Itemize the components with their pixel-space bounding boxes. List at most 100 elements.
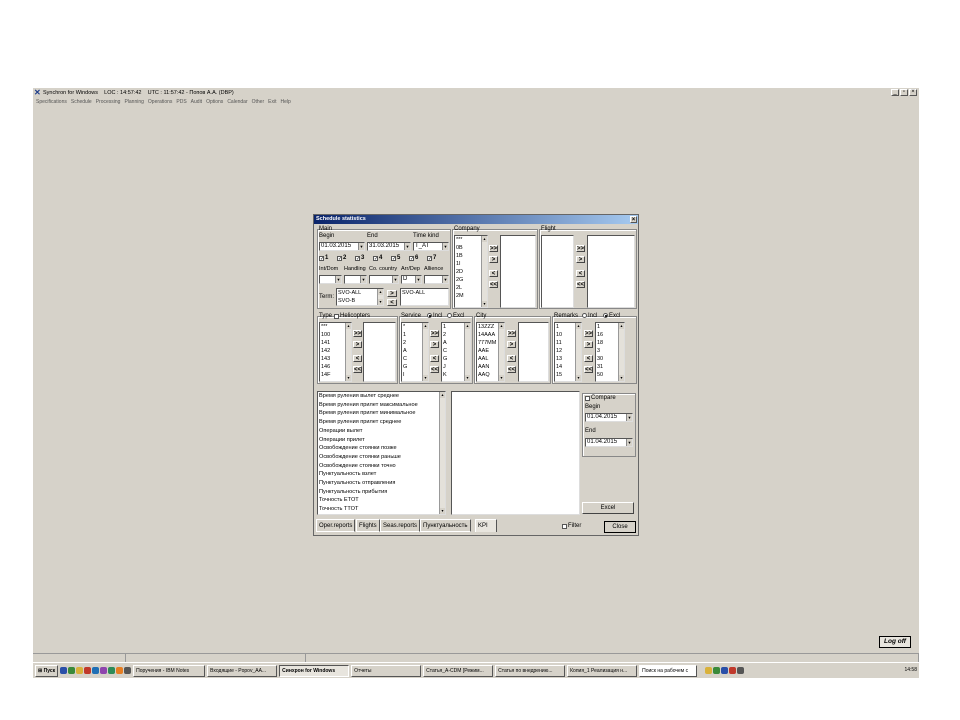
remarks-selected-list[interactable]: 1 16 18 3 30 31 50	[595, 322, 625, 382]
day-6-checkbox[interactable]: ✓ 6	[409, 255, 418, 261]
helicopters-checkbox[interactable]: Helicopters	[334, 313, 370, 319]
taskbar-item[interactable]: Поручения - IBM Notes	[133, 664, 206, 677]
flight-add-button[interactable]: >	[576, 256, 585, 263]
tray-icon[interactable]	[705, 667, 713, 674]
service-add-all-button[interactable]: >>	[430, 330, 439, 337]
tray-icon[interactable]	[721, 667, 729, 674]
day-3-checkbox[interactable]: ✓ 3	[355, 255, 364, 261]
flight-add-all-button[interactable]: >>	[576, 245, 585, 252]
compare-begin-select[interactable]: 01.04.2015 ▼	[585, 413, 633, 422]
service-remove-all-button[interactable]: <<	[430, 366, 439, 373]
remarks-remove-all-button[interactable]: <<	[584, 366, 593, 373]
arrdep-select[interactable]: D ▼	[401, 275, 422, 284]
service-remove-button[interactable]: <	[430, 355, 439, 362]
taskbar-item[interactable]: Статья по внедрению...	[495, 664, 566, 677]
term-add-button[interactable]: >	[387, 290, 397, 297]
scrollbar[interactable]	[481, 236, 487, 307]
taskbar-item-active[interactable]: Синхрон for Windows	[279, 664, 350, 677]
list-item[interactable]: Пунктуальность взлет	[319, 470, 445, 479]
type-selected-list[interactable]	[363, 322, 396, 382]
filter-checkbox[interactable]: Filter	[562, 523, 581, 529]
list-item[interactable]: Пунктуальность прибытия	[319, 488, 445, 497]
menu-help[interactable]: Help	[280, 98, 290, 107]
menu-processing[interactable]: Processing	[96, 98, 121, 107]
company-list[interactable]: *** 0B 1B 1I 2D 2G 2L 2M	[454, 235, 488, 308]
tab-punctuality[interactable]: Пунктуальность	[420, 519, 471, 532]
menu-calendar[interactable]: Calendar	[227, 98, 247, 107]
list-item[interactable]: Операции вылет	[319, 427, 445, 436]
tray-icon[interactable]	[729, 667, 737, 674]
city-add-all-button[interactable]: >>	[507, 330, 516, 337]
day-5-checkbox[interactable]: ✓ 5	[391, 255, 400, 261]
list-item[interactable]: Пунктуальность отправления	[319, 479, 445, 488]
tab-kpi[interactable]: KPI	[475, 519, 497, 532]
menu-planning[interactable]: Planning	[124, 98, 143, 107]
close-button[interactable]: Close	[604, 521, 636, 533]
list-item[interactable]: Время руления прилет максимальное	[319, 401, 445, 410]
compare-end-select[interactable]: 01.04.2015 ▼	[585, 438, 633, 447]
co-country-select[interactable]: ▼	[369, 275, 399, 284]
list-item[interactable]: SVO-ALL	[402, 289, 448, 297]
day-1-checkbox[interactable]: ✓ 1	[319, 255, 328, 261]
company-add-button[interactable]: >	[489, 256, 498, 263]
day-4-checkbox[interactable]: ✓ 4	[373, 255, 382, 261]
scrollbar[interactable]	[422, 323, 428, 381]
city-list[interactable]: 13ZZZ 14AAA 777MM AAE AAL AAN AAQ	[476, 322, 505, 382]
quicklaunch-icon[interactable]	[116, 667, 124, 674]
quicklaunch-icon[interactable]	[100, 667, 108, 674]
company-remove-button[interactable]: <	[489, 270, 498, 277]
handling-select[interactable]: ▼	[344, 275, 367, 284]
remarks-remove-button[interactable]: <	[584, 355, 593, 362]
quicklaunch-icon[interactable]	[108, 667, 116, 674]
taskbar-item[interactable]: Копия_1 Реализация н...	[567, 664, 638, 677]
flight-selected-list[interactable]	[587, 235, 635, 308]
menu-specifications[interactable]: Specifications	[36, 98, 67, 107]
type-add-all-button[interactable]: >>	[353, 330, 362, 337]
list-item[interactable]: Освобождение стоянки точно	[319, 462, 445, 471]
service-add-button[interactable]: >	[430, 341, 439, 348]
day-7-checkbox[interactable]: ✓ 7	[427, 255, 436, 261]
quicklaunch-icon[interactable]	[76, 667, 84, 674]
company-remove-all-button[interactable]: <<	[489, 281, 498, 288]
service-selected-list[interactable]: 1 2 A C G J K	[441, 322, 471, 382]
desktop-search-input[interactable]: Поиск на рабочем с	[639, 664, 698, 677]
list-item[interactable]: Время руления прилет минимальное	[319, 409, 445, 418]
tab-oper-reports[interactable]: Oper.reports	[316, 519, 356, 532]
city-remove-button[interactable]: <	[507, 355, 516, 362]
intdom-select[interactable]: ▼	[319, 275, 342, 284]
reports-list[interactable]: Время руления вылет среднее Время рулени…	[317, 391, 446, 515]
scrollbar[interactable]	[377, 289, 383, 305]
scrollbar[interactable]	[618, 323, 624, 381]
timekind-select[interactable]: T_AT ▼	[413, 242, 449, 251]
list-item[interactable]: Точность TTOT	[319, 505, 445, 514]
type-remove-all-button[interactable]: <<	[353, 366, 362, 373]
list-item[interactable]: Освобождение стоянки позже	[319, 444, 445, 453]
scrollbar[interactable]	[345, 323, 351, 381]
service-incl-radio[interactable]: Incl	[427, 313, 442, 320]
start-button[interactable]: ⊞ Пуск	[35, 664, 59, 677]
quicklaunch-icon[interactable]	[124, 667, 132, 674]
allience-select[interactable]: ▼	[424, 275, 449, 284]
menu-audit[interactable]: Audit	[191, 98, 202, 107]
menu-schedule[interactable]: Schedule	[71, 98, 92, 107]
service-list[interactable]: * 1 2 A C G I	[401, 322, 429, 382]
remarks-add-button[interactable]: >	[584, 341, 593, 348]
quicklaunch-icon[interactable]	[60, 667, 68, 674]
list-item[interactable]: Время руления прилет среднее	[319, 418, 445, 427]
logoff-button[interactable]: Log off	[879, 636, 911, 648]
close-icon[interactable]: ×	[909, 89, 917, 96]
term-remove-button[interactable]: <	[387, 299, 397, 306]
tray-icon[interactable]	[713, 667, 721, 674]
list-item[interactable]: Время руления вылет среднее	[319, 392, 445, 401]
remarks-list[interactable]: 1 10 11 12 13 14 15	[554, 322, 582, 382]
menu-operations[interactable]: Operations	[148, 98, 172, 107]
taskbar-item[interactable]: Отчеты	[351, 664, 422, 677]
city-add-button[interactable]: >	[507, 341, 516, 348]
scrollbar[interactable]	[439, 392, 445, 514]
company-add-all-button[interactable]: >>	[489, 245, 498, 252]
taskbar-item[interactable]: Статья_A-CDM [Режим...	[423, 664, 494, 677]
remarks-incl-radio[interactable]: Incl	[582, 313, 597, 320]
city-remove-all-button[interactable]: <<	[507, 366, 516, 373]
menu-pds[interactable]: PDS	[176, 98, 186, 107]
list-item[interactable]: Операции прилет	[319, 436, 445, 445]
